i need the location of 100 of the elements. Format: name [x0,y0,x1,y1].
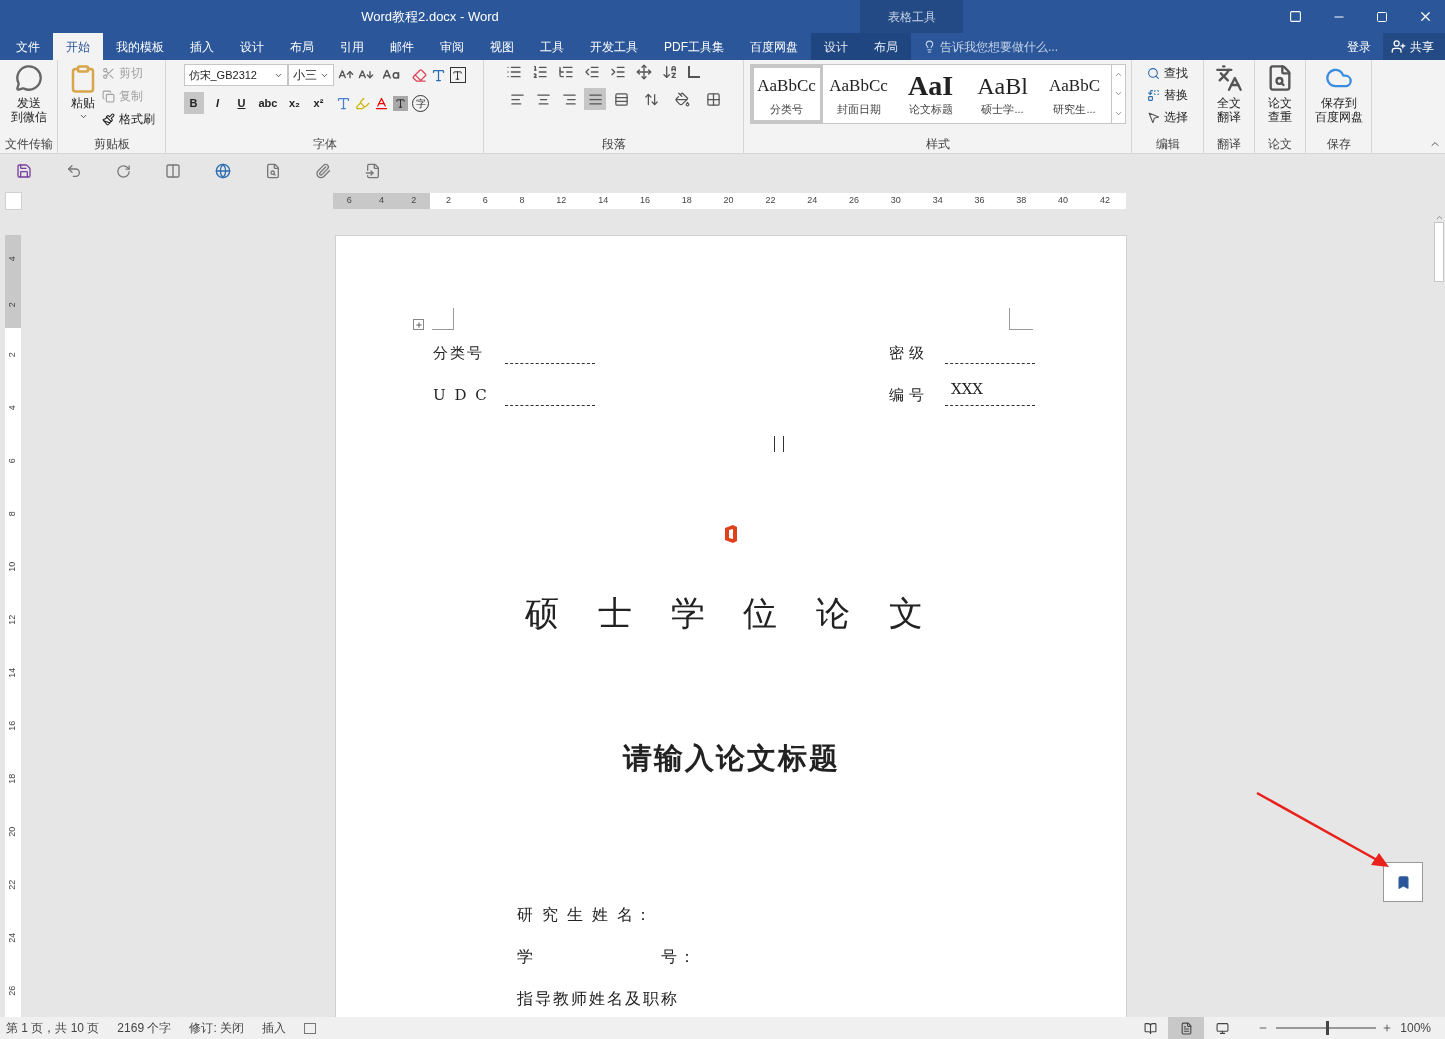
print-preview-icon[interactable] [265,163,281,179]
user-add-icon [1391,39,1406,54]
ruler-number: 24 [807,193,818,207]
ribbon-display-icon[interactable] [1289,10,1302,23]
zoom-thumb[interactable] [1326,1021,1330,1035]
undo-icon[interactable] [66,163,82,179]
ribbon-tab[interactable]: 设计 [811,33,861,60]
numbering-icon[interactable] [532,64,548,80]
info-label: 研 究 生 姓 名： [517,903,655,926]
ribbon-large-button[interactable]: 全文 翻译 [1215,64,1243,124]
scrollbar-thumb[interactable] [1434,222,1444,282]
line-spacing-icon[interactable] [644,91,659,107]
two-pages-icon[interactable] [165,163,181,179]
document-icon[interactable] [365,163,381,179]
style-item[interactable]: AaBl 硕士学... [966,65,1039,123]
ribbon-tab[interactable]: 布局 [277,33,327,60]
ribbon-large-button[interactable]: 保存到 百度网盘 [1314,64,1363,124]
ribbon-tab[interactable]: 邮件 [377,33,427,60]
ribbon-tab[interactable]: 百度网盘 [737,33,811,60]
ribbon-tab[interactable]: PDF工具集 [651,33,737,60]
ribbon-tab[interactable]: 我的模板 [103,33,177,60]
window-title: Word教程2.docx - Word [361,7,499,26]
font-color-icon[interactable] [374,95,390,111]
clear-format-icon[interactable] [411,67,427,83]
decrease-indent-icon[interactable] [584,64,600,80]
ruler-number: 2 [6,302,19,308]
group-label: 论文 [1268,138,1292,150]
ruler-number: 8 [519,193,525,207]
send-to-wechat-button[interactable]: 发送 到微信 [10,64,47,124]
editing-button[interactable]: 查找 [1147,64,1188,82]
format-button[interactable]: x² [308,92,329,114]
close-icon[interactable] [1418,9,1433,24]
copy-icon [102,89,115,103]
shading-icon[interactable] [675,91,690,107]
status-item[interactable]: 插入 [262,1019,287,1037]
attachment-icon[interactable] [315,163,331,179]
ruler-number: 20 [6,826,19,837]
format-button[interactable]: abc [255,92,281,114]
info-label: 学 号： [517,945,698,968]
table-move-handle[interactable] [413,319,424,330]
tell-me-field[interactable]: 告诉我您想要做什么... [940,37,1080,56]
print-view-icon [1179,1021,1193,1035]
ribbon-tab[interactable]: 布局 [861,33,911,60]
view-button[interactable] [1168,1017,1205,1039]
format-button[interactable]: x₂ [284,92,305,114]
paste-button[interactable]: 粘贴 [68,64,98,128]
ruler-number: 16 [639,193,650,207]
ruler-number: 6 [6,458,19,463]
share-button[interactable]: 共享 [1383,33,1445,60]
sort-icon[interactable] [662,64,678,80]
chat-bubble-icon [14,64,43,92]
ribbon-large-button[interactable]: 论文 查重 [1266,64,1294,124]
character-shading-icon[interactable] [393,95,409,111]
zoom-level[interactable]: 100% [1400,1019,1445,1037]
field-label: U D C [433,384,490,406]
ribbon-tab[interactable]: 文件 [3,33,53,60]
style-item[interactable]: AaBbCc 分类号 [750,65,823,123]
maximize-icon[interactable] [1376,10,1388,23]
character-border-icon[interactable] [449,67,466,83]
ribbon-tab[interactable]: 视图 [477,33,527,60]
format-button[interactable]: B [183,92,204,114]
web-link-icon[interactable] [215,163,231,179]
ruler-number: 26 [6,985,19,996]
group-label: 文件传输 [4,138,53,150]
ribbon-tab[interactable]: 开发工具 [577,33,651,60]
text-effect-icon[interactable] [336,95,352,111]
ribbon-tab[interactable]: 审阅 [427,33,477,60]
editing-button[interactable]: 选择 [1147,108,1188,126]
macro-icon[interactable] [304,1022,317,1034]
ribbon-tab[interactable]: 开始 [53,33,103,60]
style-item[interactable]: AaBbC 研究生... [1038,65,1111,123]
editing-button[interactable]: 替换 [1147,86,1188,104]
ribbon-tab[interactable]: 引用 [327,33,377,60]
format-button[interactable]: U [231,92,252,114]
style-item[interactable]: AaBbCc 封面日期 [822,65,895,123]
ribbon-tab[interactable]: 插入 [177,33,227,60]
style-item[interactable]: AaI 论文标题 [894,65,967,123]
increase-indent-icon[interactable] [610,64,626,80]
login-link[interactable]: 登录 [1335,33,1383,60]
borders-icon[interactable] [706,91,721,107]
alignment-button[interactable] [584,88,606,110]
font-size-field[interactable]: 小三 [287,64,334,86]
status-item[interactable]: 2169 个字 [117,1019,172,1037]
bookmark-callout[interactable] [1383,862,1423,902]
redo-icon[interactable] [116,163,131,179]
status-item[interactable]: 第 1 页，共 10 页 [6,1019,100,1037]
bullets-icon[interactable] [506,64,522,80]
multilevel-list-icon[interactable] [558,64,574,80]
clipboard-button[interactable]: 格式刷 [102,110,155,128]
zoom-in-icon[interactable] [1382,1023,1393,1033]
field-label: 密 级 [889,342,925,364]
office-logo-icon [723,524,739,544]
font-name-field[interactable]: 仿宋_GB2312 [183,64,288,86]
format-button[interactable]: I [207,92,228,114]
status-item[interactable]: 修订: 关闭 [189,1019,245,1037]
phonetic-guide-icon[interactable] [430,67,446,83]
save-icon[interactable] [16,163,32,179]
ribbon-tab[interactable]: 设计 [227,33,277,60]
center-align-icon [535,91,551,107]
ribbon-tab[interactable]: 工具 [527,33,577,60]
